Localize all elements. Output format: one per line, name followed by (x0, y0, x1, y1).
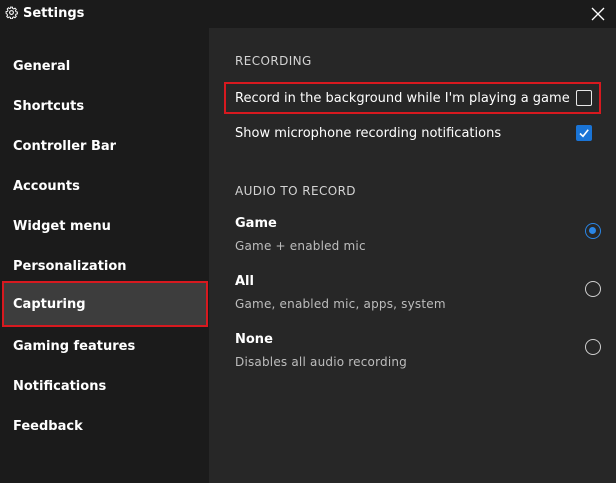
audio-option-game[interactable]: Game Game + enabled mic (235, 216, 601, 260)
audio-option-none[interactable]: None Disables all audio recording (235, 332, 601, 376)
sidebar-item-label: Capturing (13, 296, 86, 312)
capturing-settings-panel: RECORDING Record in the background while… (209, 28, 616, 483)
audio-option-subtitle: Disables all audio recording (235, 355, 407, 369)
window-title: Settings (23, 6, 85, 21)
checkmark-icon (579, 129, 589, 138)
sidebar-item-label: Personalization (13, 258, 127, 274)
sidebar-item-general[interactable]: General (3, 44, 207, 88)
close-button[interactable] (588, 4, 608, 24)
sidebar-item-shortcuts[interactable]: Shortcuts (3, 84, 207, 128)
sidebar-item-label: Controller Bar (13, 138, 117, 154)
audio-game-radio[interactable] (585, 223, 601, 239)
close-icon (591, 7, 605, 21)
mic-notifications-label: Show microphone recording notifications (235, 125, 502, 141)
audio-option-title: Game (235, 216, 277, 231)
sidebar-item-label: Feedback (13, 418, 83, 434)
sidebar: General Shortcuts Controller Bar Account… (0, 28, 209, 483)
sidebar-item-label: General (13, 58, 71, 74)
sidebar-item-gaming-features[interactable]: Gaming features (3, 324, 207, 368)
sidebar-item-label: Notifications (13, 378, 107, 394)
sidebar-item-capturing[interactable]: Capturing (2, 281, 208, 327)
audio-none-radio[interactable] (585, 339, 601, 355)
background-recording-row[interactable]: Record in the background while I'm playi… (224, 82, 601, 114)
sidebar-item-notifications[interactable]: Notifications (3, 364, 207, 408)
sidebar-item-widget-menu[interactable]: Widget menu (3, 204, 207, 248)
audio-option-title: All (235, 274, 254, 289)
audio-option-all[interactable]: All Game, enabled mic, apps, system (235, 274, 601, 318)
audio-option-subtitle: Game + enabled mic (235, 239, 366, 253)
audio-section-header: AUDIO TO RECORD (235, 184, 356, 198)
sidebar-item-label: Shortcuts (13, 98, 85, 114)
mic-notifications-row[interactable]: Show microphone recording notifications (225, 118, 600, 148)
sidebar-item-label: Accounts (13, 178, 80, 194)
mic-notifications-checkbox[interactable] (576, 125, 592, 141)
sidebar-item-label: Widget menu (13, 218, 111, 234)
sidebar-item-feedback[interactable]: Feedback (3, 404, 207, 448)
title-bar: Settings (0, 0, 616, 28)
sidebar-item-label: Gaming features (13, 338, 136, 354)
background-recording-label: Record in the background while I'm playi… (235, 90, 570, 106)
audio-all-radio[interactable] (585, 281, 601, 297)
sidebar-item-accounts[interactable]: Accounts (3, 164, 207, 208)
audio-option-subtitle: Game, enabled mic, apps, system (235, 297, 446, 311)
sidebar-item-controller-bar[interactable]: Controller Bar (3, 124, 207, 168)
gear-icon (5, 6, 18, 19)
recording-section-header: RECORDING (235, 54, 312, 68)
audio-option-title: None (235, 332, 273, 347)
background-recording-checkbox[interactable] (576, 90, 592, 106)
